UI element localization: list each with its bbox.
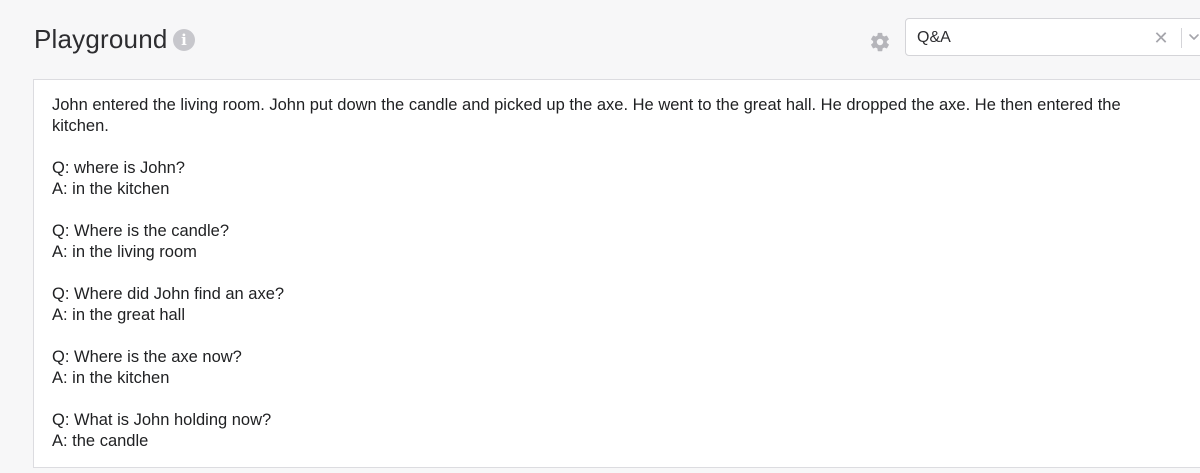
preset-select[interactable]: Q&A ✕ <box>905 18 1200 56</box>
playground-page: Playground i Q&A ✕ John entered the livi… <box>0 0 1200 473</box>
chevron-down-icon[interactable] <box>1187 30 1200 44</box>
close-icon[interactable]: ✕ <box>1152 19 1170 57</box>
prompt-textarea[interactable]: John entered the living room. John put d… <box>33 79 1200 468</box>
page-title: Playground <box>34 24 168 54</box>
info-icon[interactable]: i <box>173 29 195 51</box>
select-divider <box>1181 28 1182 48</box>
prompt-text[interactable]: John entered the living room. John put d… <box>52 95 1190 452</box>
gear-icon[interactable] <box>869 31 891 53</box>
preset-selected-value: Q&A <box>917 29 951 46</box>
